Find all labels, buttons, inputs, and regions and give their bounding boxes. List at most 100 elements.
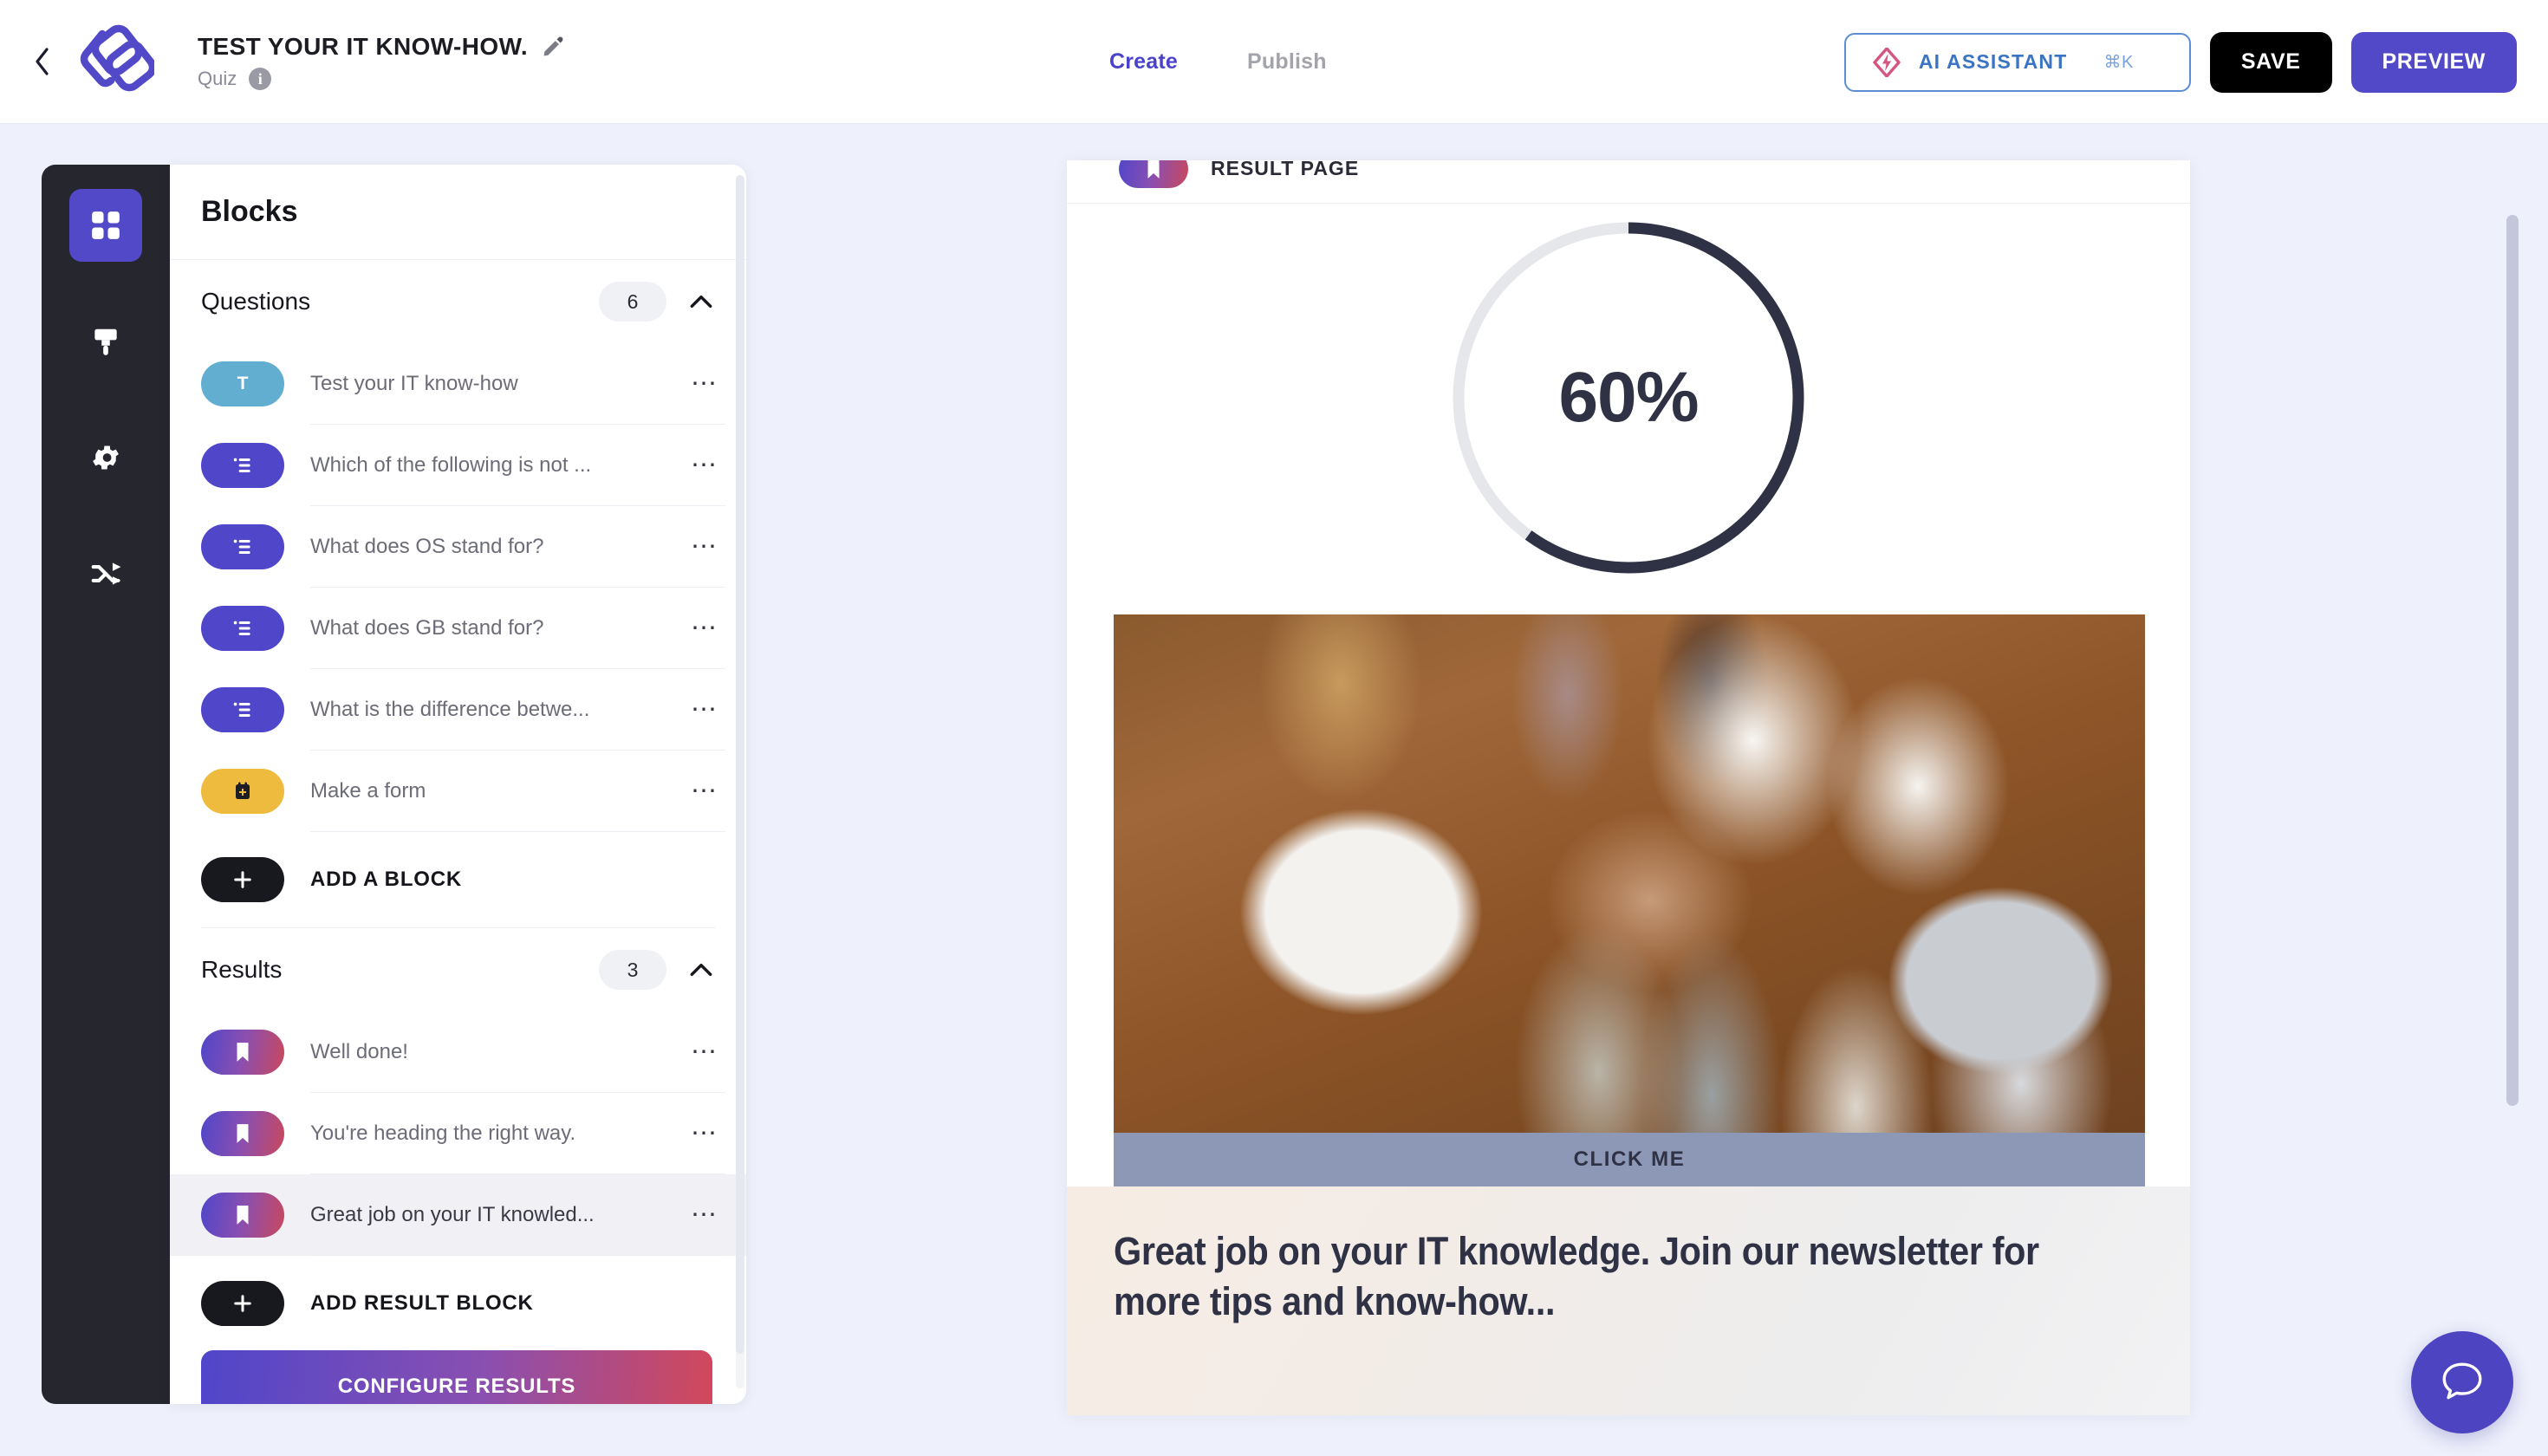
tab-publish[interactable]: Publish xyxy=(1247,49,1327,75)
canvas-scrollbar-thumb[interactable] xyxy=(2506,215,2519,1106)
main-tabs: Create Publish xyxy=(1109,0,1327,124)
canvas-scrollbar[interactable] xyxy=(2506,165,2519,1395)
plus-glyph xyxy=(234,871,251,888)
add-result-block-button[interactable]: ADD RESULT BLOCK xyxy=(170,1256,746,1351)
document-title-zone: TEST YOUR IT KNOW-HOW. Quiz i xyxy=(198,33,564,90)
list-item-selected[interactable]: Great job on your IT knowled... ⋯ xyxy=(170,1174,746,1256)
chevron-up-icon[interactable] xyxy=(687,288,715,315)
more-options-icon[interactable]: ⋯ xyxy=(691,1199,725,1230)
list-item-label: What is the difference betwe... xyxy=(310,697,590,721)
list-item-body: What does OS stand for? ⋯ xyxy=(310,506,725,588)
rail-item-settings[interactable] xyxy=(69,421,142,494)
click-me-button[interactable]: CLICK ME xyxy=(1114,1133,2145,1186)
list-item-body: What is the difference betwe... ⋯ xyxy=(310,669,725,751)
list-item-label: Test your IT know-how xyxy=(310,371,518,395)
form-glyph xyxy=(236,782,250,799)
more-options-icon[interactable]: ⋯ xyxy=(691,613,725,643)
info-icon[interactable]: i xyxy=(249,68,272,90)
plus-icon xyxy=(201,857,284,902)
left-rail xyxy=(42,165,170,1404)
brand-logo[interactable] xyxy=(68,23,158,101)
list-item[interactable]: What does OS stand for? ⋯ xyxy=(170,506,746,588)
more-options-icon[interactable]: ⋯ xyxy=(691,1037,725,1067)
bookmark-icon xyxy=(237,1043,249,1062)
bookmark-icon xyxy=(1119,160,1188,188)
ai-assistant-label: AI ASSISTANT xyxy=(1918,50,2068,73)
bookmark-glyph xyxy=(1147,160,1160,179)
panel-scrollbar[interactable] xyxy=(736,175,744,1388)
panel-scrollbar-thumb[interactable] xyxy=(736,175,744,1354)
rail-item-design[interactable] xyxy=(69,305,142,378)
list-item-body: Make a form ⋯ xyxy=(310,751,725,832)
more-options-icon[interactable]: ⋯ xyxy=(691,450,725,480)
list-item-label: What does OS stand for? xyxy=(310,534,544,558)
plus-glyph xyxy=(234,1295,251,1312)
blocks-grid-icon xyxy=(92,211,120,239)
list-item[interactable]: You're heading the right way. ⋯ xyxy=(170,1093,746,1174)
results-block-list: Well done! ⋯ You're heading the right wa… xyxy=(170,1011,746,1351)
score-percent-label: 60% xyxy=(1558,358,1699,437)
result-page-preview: RESULT PAGE 60% CLICK ME Great job on yo… xyxy=(1067,160,2190,1415)
configure-results-button[interactable]: CONFIGURE RESULTS xyxy=(201,1350,712,1404)
more-options-icon[interactable]: ⋯ xyxy=(691,1118,725,1148)
questions-block-list: T Test your IT know-how ⋯ Which of the f… xyxy=(170,343,746,927)
choice-list-glyph xyxy=(233,621,250,636)
tab-create[interactable]: Create xyxy=(1109,49,1178,75)
back-button[interactable] xyxy=(29,44,55,79)
title-row: TEST YOUR IT KNOW-HOW. xyxy=(198,33,564,61)
list-item[interactable]: Make a form ⋯ xyxy=(170,751,746,832)
list-item-label: Well done! xyxy=(310,1039,408,1063)
choice-block-icon xyxy=(201,687,284,732)
score-donut-wrap: 60% xyxy=(1067,216,2190,580)
results-section-header[interactable]: Results 3 xyxy=(170,928,746,1011)
chevron-up-icon[interactable] xyxy=(687,956,715,984)
blocks-panel-title: Blocks xyxy=(201,195,298,228)
result-block-icon xyxy=(201,1111,284,1156)
result-block-icon xyxy=(201,1030,284,1075)
results-section-label: Results xyxy=(201,956,283,983)
result-page-tag-label: RESULT PAGE xyxy=(1211,160,1360,179)
plus-icon xyxy=(201,1281,284,1326)
list-item-body: Well done! ⋯ xyxy=(310,1011,725,1093)
promo-text: Great job on your IT knowledge. Join our… xyxy=(1114,1229,2039,1323)
gear-icon xyxy=(93,445,119,470)
ai-assistant-shortcut: ⌘K xyxy=(2103,53,2134,72)
pencil-icon[interactable] xyxy=(542,36,564,58)
chat-bubble-icon xyxy=(2442,1362,2482,1400)
more-options-icon[interactable]: ⋯ xyxy=(691,531,725,562)
save-button[interactable]: SAVE xyxy=(2209,31,2332,93)
list-item-body: Test your IT know-how ⋯ xyxy=(310,343,725,425)
list-item[interactable]: Well done! ⋯ xyxy=(170,1011,746,1093)
more-options-icon[interactable]: ⋯ xyxy=(691,776,725,806)
list-item-label: Make a form xyxy=(310,778,426,803)
ai-assistant-button[interactable]: AI ASSISTANT ⌘K xyxy=(1843,32,2191,92)
list-item[interactable]: What is the difference betwe... ⋯ xyxy=(170,669,746,751)
more-options-icon[interactable]: ⋯ xyxy=(691,368,725,399)
list-item[interactable]: What does GB stand for? ⋯ xyxy=(170,588,746,669)
list-item-body: You're heading the right way. ⋯ xyxy=(310,1093,725,1174)
app-header: TEST YOUR IT KNOW-HOW. Quiz i Create Pub… xyxy=(0,0,2548,124)
brand-logo-icon xyxy=(80,24,154,92)
rail-item-share[interactable] xyxy=(69,537,142,610)
list-item-label: You're heading the right way. xyxy=(310,1121,576,1145)
questions-section-header[interactable]: Questions 6 xyxy=(170,260,746,343)
bookmark-icon xyxy=(237,1206,249,1225)
click-me-label: CLICK ME xyxy=(1573,1147,1686,1171)
list-item-label: What does GB stand for? xyxy=(310,615,544,640)
list-item[interactable]: T Test your IT know-how ⋯ xyxy=(170,343,746,425)
chat-support-button[interactable] xyxy=(2411,1331,2513,1433)
add-result-block-label: ADD RESULT BLOCK xyxy=(310,1291,534,1315)
list-item[interactable]: Which of the following is not ... ⋯ xyxy=(170,425,746,506)
ai-diamond-icon xyxy=(1873,47,1901,77)
preview-button[interactable]: PREVIEW xyxy=(2350,31,2517,93)
questions-section-label: Questions xyxy=(201,288,311,315)
add-a-block-button[interactable]: ADD A BLOCK xyxy=(170,832,746,927)
share-icon xyxy=(91,562,121,585)
more-options-icon[interactable]: ⋯ xyxy=(691,694,725,725)
choice-list-glyph xyxy=(233,458,250,473)
choice-block-icon xyxy=(201,443,284,488)
choice-block-icon xyxy=(201,524,284,569)
rail-item-blocks[interactable] xyxy=(69,189,142,262)
score-donut-chart: 60% xyxy=(1446,216,1810,580)
text-block-icon: T xyxy=(201,361,284,406)
